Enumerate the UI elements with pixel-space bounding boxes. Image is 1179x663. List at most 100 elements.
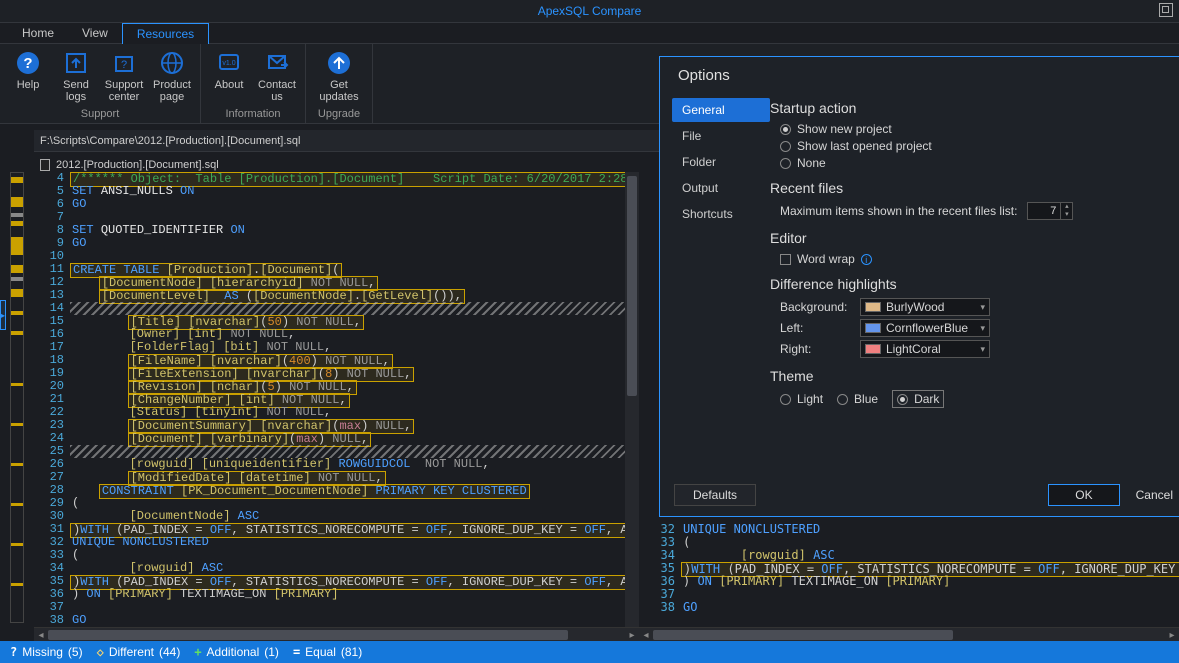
theme-dark[interactable]: Dark — [892, 390, 944, 408]
options-nav-file[interactable]: File — [672, 124, 770, 148]
ribbon-group-upgrade-label: Upgrade — [310, 108, 368, 123]
spin-down-icon[interactable]: ▾ — [1060, 211, 1072, 219]
product-page-label: Product page — [148, 79, 196, 103]
hscroll-left-arrow[interactable]: ◂ — [639, 628, 653, 642]
startup-heading: Startup action — [770, 100, 1169, 116]
color-swatch — [865, 344, 881, 354]
status-different[interactable]: ◇ Different (44) — [97, 645, 181, 659]
radio-show-new[interactable]: Show new project — [780, 122, 1169, 136]
dropdown-arrow-icon: ▾ — [980, 302, 985, 313]
support-center-icon: ? — [111, 50, 137, 76]
about-label: About — [205, 79, 253, 91]
radio-icon — [780, 141, 791, 152]
status-missing[interactable]: ? Missing (5) — [10, 645, 83, 659]
send-logs-button[interactable]: Send logs — [52, 48, 100, 103]
radio-icon — [837, 394, 848, 405]
diff-heading: Difference highlights — [770, 276, 1169, 292]
menu-view[interactable]: View — [68, 23, 122, 43]
svg-text:?: ? — [23, 55, 32, 72]
theme-heading: Theme — [770, 368, 1169, 384]
theme-light[interactable]: Light — [780, 390, 823, 408]
status-additional[interactable]: + Additional (1) — [194, 645, 279, 659]
contact-icon — [264, 50, 290, 76]
diff-left-row: Left: CornflowerBlue ▾ — [780, 319, 1169, 337]
right-code[interactable]: UNIQUE NONCLUSTERED( [rowguid] ASC)WITH … — [681, 523, 1179, 627]
contact-us-button[interactable]: Contact us — [253, 48, 301, 103]
theme-blue[interactable]: Blue — [837, 390, 878, 408]
right-line-numbers: 32333435363738 — [639, 523, 681, 627]
left-line-numbers: 4567891011121314151617181920212223242526… — [34, 172, 70, 627]
send-logs-label: Send logs — [52, 79, 100, 103]
editor-heading: Editor — [770, 230, 1169, 246]
color-swatch — [865, 302, 881, 312]
ribbon-group-info-label: Information — [205, 108, 301, 123]
update-icon — [326, 50, 352, 76]
right-code-area[interactable]: 32333435363738 UNIQUE NONCLUSTERED( [row… — [639, 523, 1179, 627]
radio-icon — [780, 394, 791, 405]
panel-expand-handle[interactable]: ▸ — [0, 300, 6, 330]
help-button[interactable]: ? Help — [4, 48, 52, 103]
hscroll-right-arrow[interactable]: ▸ — [625, 628, 639, 642]
spin-up-icon[interactable]: ▴ — [1060, 203, 1072, 211]
help-label: Help — [4, 79, 52, 91]
options-title: Options — [660, 57, 1179, 92]
menu-home[interactable]: Home — [8, 23, 68, 43]
get-updates-label: Get updates — [310, 79, 368, 103]
get-updates-button[interactable]: Get updates — [310, 48, 368, 103]
restore-window-icon[interactable] — [1159, 3, 1173, 17]
left-vscroll[interactable] — [625, 172, 639, 627]
app-title: ApexSQL Compare — [538, 4, 642, 18]
left-code[interactable]: /****** Object: Table [Production].[Docu… — [70, 172, 625, 627]
options-panel: Options General File Folder Output Short… — [659, 56, 1179, 517]
support-center-button[interactable]: ? Support center — [100, 48, 148, 103]
cancel-button[interactable]: Cancel — [1130, 485, 1179, 505]
hscroll-right-arrow[interactable]: ▸ — [1165, 628, 1179, 642]
radio-show-last[interactable]: Show last opened project — [780, 139, 1169, 153]
ok-button[interactable]: OK — [1048, 484, 1119, 506]
svg-text:v1.0: v1.0 — [222, 60, 235, 67]
ribbon-group-support: ? Help Send logs ? Support center Produc… — [0, 44, 201, 123]
title-bar: ApexSQL Compare — [0, 0, 1179, 22]
diff-left-select[interactable]: CornflowerBlue ▾ — [860, 319, 990, 337]
diff-right-row: Right: LightCoral ▾ — [780, 340, 1169, 358]
options-nav: General File Folder Output Shortcuts — [660, 92, 770, 484]
options-nav-folder[interactable]: Folder — [672, 150, 770, 174]
info-icon[interactable]: i — [861, 254, 872, 265]
about-icon: v1.0 — [216, 50, 242, 76]
recent-max-row: Maximum items shown in the recent files … — [780, 202, 1169, 220]
additional-icon: + — [194, 645, 201, 659]
globe-icon — [159, 50, 185, 76]
send-logs-icon — [63, 50, 89, 76]
options-content: Startup action Show new project Show las… — [770, 92, 1179, 484]
options-nav-output[interactable]: Output — [672, 176, 770, 200]
menu-resources[interactable]: Resources — [122, 23, 209, 44]
document-tab-label: 2012.[Production].[Document].sql — [56, 159, 219, 171]
dropdown-arrow-icon: ▾ — [980, 344, 985, 355]
left-code-area[interactable]: 4567891011121314151617181920212223242526… — [34, 172, 639, 627]
radio-icon — [780, 124, 791, 135]
defaults-button[interactable]: Defaults — [674, 484, 756, 506]
missing-icon: ? — [10, 645, 17, 659]
about-button[interactable]: v1.0 About — [205, 48, 253, 103]
status-equal[interactable]: = Equal (81) — [293, 645, 362, 659]
product-page-button[interactable]: Product page — [148, 48, 196, 103]
right-hscroll[interactable]: ◂ ▸ — [639, 627, 1179, 641]
diff-background-select[interactable]: BurlyWood ▾ — [860, 298, 990, 316]
radio-none[interactable]: None — [780, 156, 1169, 170]
recent-max-value[interactable] — [1028, 205, 1060, 217]
wordwrap-checkbox[interactable]: Word wrap i — [780, 252, 1169, 266]
left-editor: 4567891011121314151617181920212223242526… — [34, 172, 639, 641]
diff-right-select[interactable]: LightCoral ▾ — [860, 340, 990, 358]
recent-max-input[interactable]: ▴▾ — [1027, 202, 1073, 220]
diff-right-label: Right: — [780, 342, 860, 356]
left-hscroll[interactable]: ◂ ▸ — [34, 627, 639, 641]
options-nav-general[interactable]: General — [672, 98, 770, 122]
hscroll-left-arrow[interactable]: ◂ — [34, 628, 48, 642]
radio-icon — [780, 158, 791, 169]
dropdown-arrow-icon: ▾ — [980, 323, 985, 334]
diff-overview-gutter[interactable] — [0, 172, 34, 641]
equal-icon: = — [293, 645, 300, 659]
ribbon-group-support-label: Support — [4, 108, 196, 123]
status-bar: ? Missing (5) ◇ Different (44) + Additio… — [0, 641, 1179, 663]
options-nav-shortcuts[interactable]: Shortcuts — [672, 202, 770, 226]
